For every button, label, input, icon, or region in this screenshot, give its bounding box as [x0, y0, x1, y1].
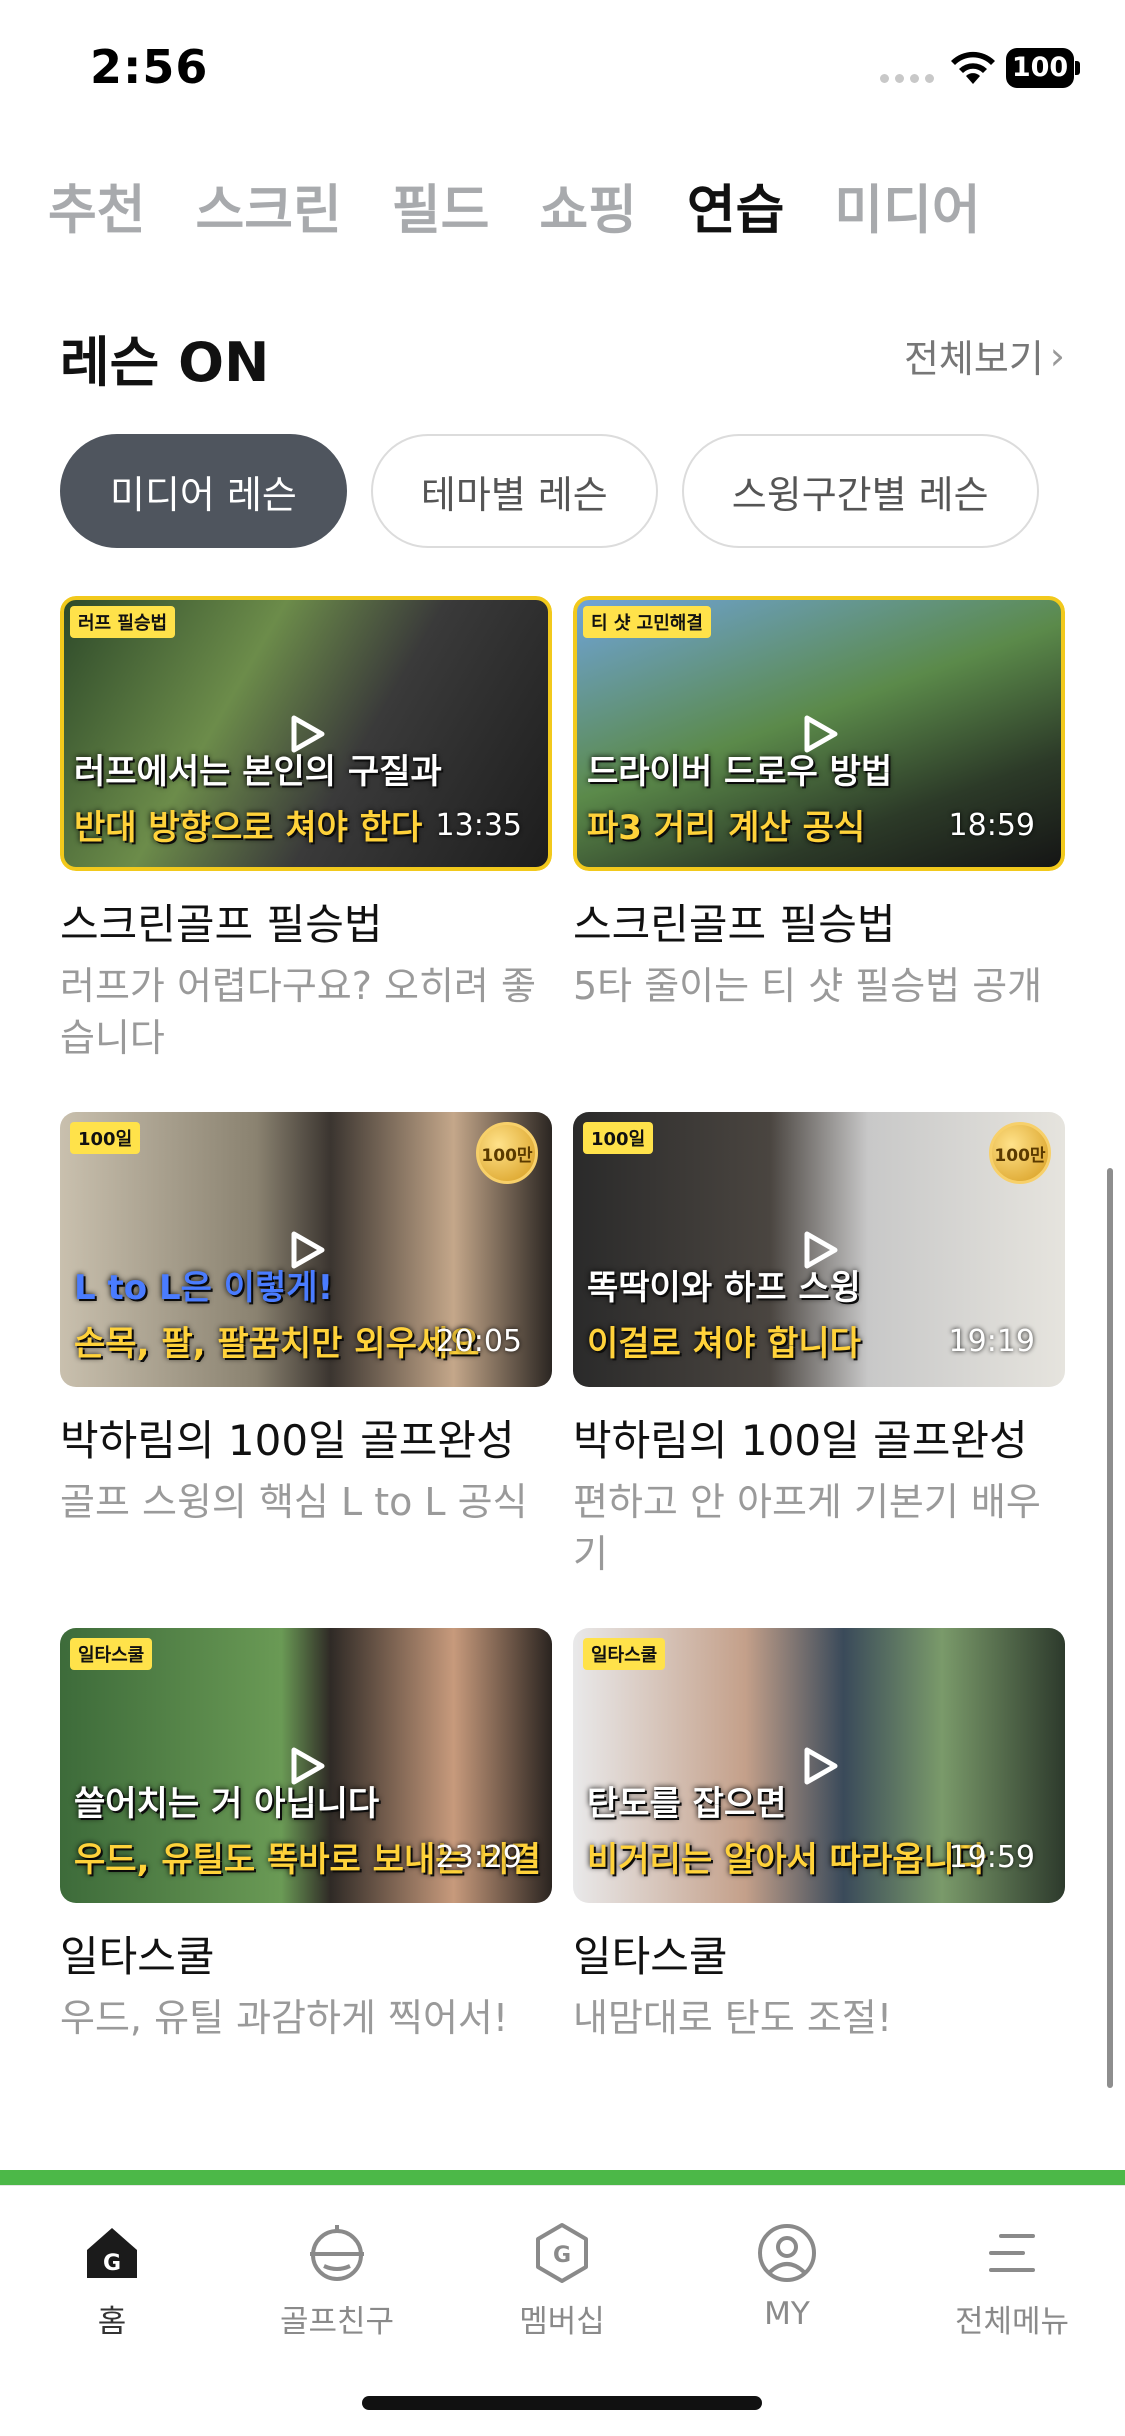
- video-card[interactable]: 티 샷 고민해결 드라이버 드로우 방법 파3 거리 계산 공식 18:59 스…: [573, 596, 1065, 1112]
- play-icon: [291, 1747, 325, 1785]
- tab-media[interactable]: 미디어: [834, 168, 980, 244]
- video-title: 일타스쿨: [573, 1932, 728, 1981]
- thumbnail-caption: 비거리는 알아서 따라옵니다: [587, 1840, 987, 1880]
- menu-icon: [989, 2234, 1035, 2272]
- battery-level: 100: [1006, 48, 1074, 88]
- video-thumbnail[interactable]: 일타스쿨 쓸어치는 거 아닙니다 우드, 유틸도 똑바로 보내는 비결 23:2…: [60, 1628, 552, 1903]
- thumbnail-caption: 드라이버 드로우 방법: [587, 752, 893, 792]
- tab-recommend[interactable]: 추천: [48, 168, 146, 244]
- play-icon: [804, 1747, 838, 1785]
- play-icon: [291, 1231, 325, 1269]
- my-profile-icon: [758, 2224, 816, 2282]
- video-subtitle: 우드, 유틸 과감하게 찍어서!: [60, 1996, 509, 2040]
- video-duration: 19:59: [948, 1840, 1035, 1875]
- thumbnail-tag: 100일: [583, 1122, 654, 1154]
- thumbnail-tag: 일타스쿨: [583, 1638, 666, 1670]
- video-duration: 20:05: [435, 1324, 522, 1359]
- video-card[interactable]: 100일 100만 똑딱이와 하프 스윙 이걸로 쳐야 합니다 19:19 박하…: [573, 1112, 1065, 1628]
- svg-text:G: G: [103, 2251, 121, 2276]
- view-all-label: 전체보기: [903, 337, 1044, 381]
- badge-100man: 100만: [989, 1122, 1051, 1184]
- play-icon: [804, 1231, 838, 1269]
- nav-accent-bar: [0, 2170, 1125, 2185]
- video-title: 스크린골프 필승법: [60, 900, 383, 949]
- svg-text:G: G: [553, 2243, 571, 2268]
- thumbnail-caption: 손목, 팔, 팔꿈치만 외우세요: [74, 1324, 480, 1364]
- video-thumbnail[interactable]: 100일 100만 똑딱이와 하프 스윙 이걸로 쳐야 합니다 19:19: [573, 1112, 1065, 1387]
- cellular-signal-icon: [880, 74, 934, 83]
- nav-label: 홈: [97, 2304, 127, 2340]
- status-time: 2:56: [90, 40, 209, 94]
- video-grid: 러프 필승법 러프에서는 본인의 구질과 반대 방향으로 쳐야 한다 13:35…: [60, 596, 1065, 2144]
- thumbnail-tag: 일타스쿨: [70, 1638, 153, 1670]
- section-title: 레슨 ON: [60, 331, 270, 394]
- nav-label: MY: [764, 2296, 810, 2332]
- video-duration: 13:35: [435, 808, 522, 843]
- video-card[interactable]: 일타스쿨 쓸어치는 거 아닙니다 우드, 유틸도 똑바로 보내는 비결 23:2…: [60, 1628, 552, 2144]
- video-thumbnail[interactable]: 일타스쿨 탄도를 잡으면 비거리는 알아서 따라옵니다 19:59: [573, 1628, 1065, 1903]
- golf-friend-icon: [310, 2225, 364, 2281]
- thumbnail-tag: 100일: [70, 1122, 141, 1154]
- view-all-link[interactable]: 전체보기 ›: [904, 328, 1065, 383]
- video-card[interactable]: 러프 필승법 러프에서는 본인의 구질과 반대 방향으로 쳐야 한다 13:35…: [60, 596, 552, 1112]
- video-title: 일타스쿨: [60, 1932, 215, 1981]
- video-title: 박하림의 100일 골프완성: [60, 1416, 515, 1465]
- thumbnail-caption: 러프에서는 본인의 구질과: [74, 752, 442, 792]
- video-thumbnail[interactable]: 러프 필승법 러프에서는 본인의 구질과 반대 방향으로 쳐야 한다 13:35: [60, 596, 552, 871]
- lesson-filter-chips: 미디어 레슨 테마별 레슨 스윙구간별 레슨: [60, 434, 1039, 548]
- nav-golf-friend[interactable]: 골프친구: [237, 2220, 437, 2341]
- chevron-right-icon: ›: [1049, 333, 1065, 378]
- video-card[interactable]: 일타스쿨 탄도를 잡으면 비거리는 알아서 따라옵니다 19:59 일타스쿨 내…: [573, 1628, 1065, 2144]
- tab-shopping[interactable]: 쇼핑: [539, 168, 637, 244]
- scrollbar[interactable]: [1107, 1168, 1113, 2088]
- video-title: 스크린골프 필승법: [573, 900, 896, 949]
- thumbnail-caption: 탄도를 잡으면: [587, 1784, 787, 1824]
- category-tabs: 추천 스크린 필드 쇼핑 연습 미디어: [48, 168, 981, 244]
- tab-practice[interactable]: 연습: [687, 168, 785, 244]
- thumbnail-tag: 티 샷 고민해결: [583, 606, 711, 638]
- video-duration: 18:59: [948, 808, 1035, 843]
- battery-icon: 100: [1006, 48, 1080, 88]
- video-subtitle: 편하고 안 아프게 기본기 배우기: [573, 1480, 1041, 1576]
- nav-label: 멤버십: [519, 2304, 605, 2340]
- membership-icon: G: [536, 2223, 588, 2283]
- nav-label: 골프친구: [279, 2304, 395, 2340]
- video-subtitle: 골프 스윙의 핵심 L to L 공식: [60, 1480, 528, 1524]
- play-icon: [804, 715, 838, 753]
- home-g-icon: G: [87, 2228, 137, 2278]
- video-card[interactable]: 100일 100만 L to L은 이렇게! 손목, 팔, 팔꿈치만 외우세요 …: [60, 1112, 552, 1628]
- chip-swing-lesson[interactable]: 스윙구간별 레슨: [681, 434, 1039, 548]
- thumbnail-caption: 이걸로 쳐야 합니다: [587, 1324, 861, 1364]
- chip-media-lesson[interactable]: 미디어 레슨: [60, 434, 347, 548]
- nav-all-menu[interactable]: 전체메뉴: [912, 2220, 1112, 2341]
- thumbnail-tag: 러프 필승법: [70, 606, 176, 638]
- video-duration: 19:19: [948, 1324, 1035, 1359]
- nav-home[interactable]: G 홈: [12, 2220, 212, 2341]
- nav-membership[interactable]: G 멤버십: [462, 2220, 662, 2341]
- video-subtitle: 5타 줄이는 티 샷 필승법 공개: [573, 964, 1043, 1008]
- home-indicator[interactable]: [362, 2396, 762, 2410]
- thumbnail-caption: 파3 거리 계산 공식: [587, 808, 866, 848]
- status-bar: 2:56 100: [0, 0, 1125, 140]
- badge-100man: 100만: [476, 1122, 538, 1184]
- video-title: 박하림의 100일 골프완성: [573, 1416, 1028, 1465]
- video-subtitle: 내맘대로 탄도 조절!: [573, 1996, 893, 2040]
- tab-field[interactable]: 필드: [392, 168, 490, 244]
- video-thumbnail[interactable]: 티 샷 고민해결 드라이버 드로우 방법 파3 거리 계산 공식 18:59: [573, 596, 1065, 871]
- video-thumbnail[interactable]: 100일 100만 L to L은 이렇게! 손목, 팔, 팔꿈치만 외우세요 …: [60, 1112, 552, 1387]
- nav-label: 전체메뉴: [954, 2304, 1070, 2340]
- nav-my[interactable]: MY: [687, 2220, 887, 2332]
- tab-screen[interactable]: 스크린: [196, 168, 342, 244]
- play-icon: [291, 715, 325, 753]
- video-subtitle: 러프가 어렵다구요? 오히려 좋습니다: [60, 964, 536, 1060]
- thumbnail-caption: 반대 방향으로 쳐야 한다: [74, 808, 423, 848]
- video-duration: 23:29: [435, 1840, 522, 1875]
- chip-theme-lesson[interactable]: 테마별 레슨: [370, 434, 658, 548]
- thumbnail-caption: 쓸어치는 거 아닙니다: [74, 1784, 380, 1824]
- wifi-icon: [951, 51, 995, 84]
